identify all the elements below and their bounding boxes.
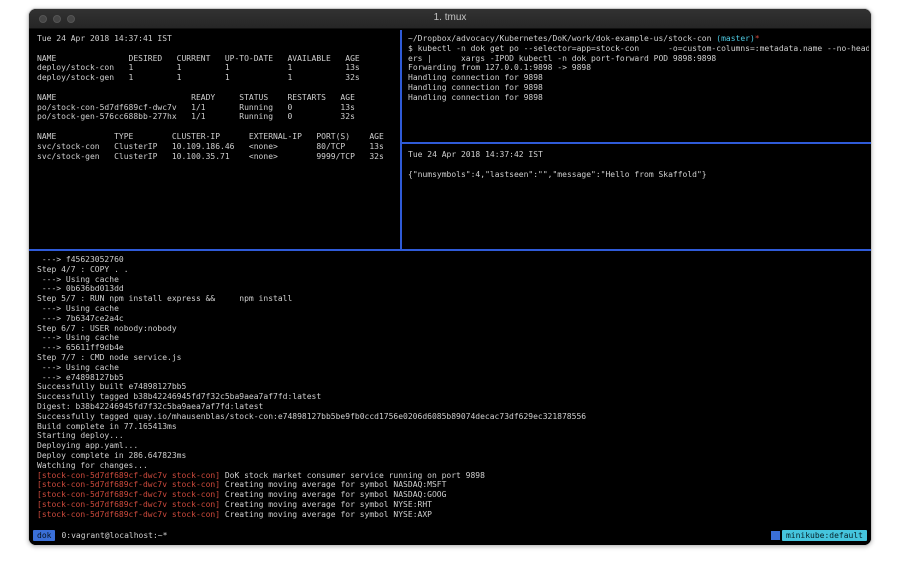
kube-context-label: minikube:default bbox=[782, 530, 867, 541]
terminal-line: ---> 65611ff9db4e bbox=[37, 343, 869, 353]
terminal-line: Watching for changes... bbox=[37, 461, 869, 471]
tmux-terminal: Tue 24 Apr 2018 14:37:41 IST NAME DESIRE… bbox=[29, 30, 871, 545]
terminal-line: ---> e74898127bb5 bbox=[37, 373, 869, 383]
terminal-line: Handling connection for 9898 bbox=[408, 93, 869, 103]
terminal-line: deploy/stock-gen 1 1 1 1 32s bbox=[37, 73, 398, 83]
terminal-line: Digest: b38b42246945fd7f32c5ba9aea7af7fd… bbox=[37, 402, 869, 412]
terminal-line bbox=[408, 160, 869, 170]
terminal-line: Starting deploy... bbox=[37, 431, 869, 441]
terminal-line: Handling connection for 9898 bbox=[408, 83, 869, 93]
terminal-line: [stock-con-5d7df689cf-dwc7v stock-con] C… bbox=[37, 500, 869, 510]
terminal-line: {"numsymbols":4,"lastseen":"","message":… bbox=[408, 170, 869, 180]
terminal-line: Handling connection for 9898 bbox=[408, 73, 869, 83]
tmux-session-name: dok bbox=[33, 530, 55, 541]
terminal-line: ---> Using cache bbox=[37, 275, 869, 285]
terminal-line bbox=[37, 122, 398, 132]
terminal-line bbox=[37, 83, 398, 93]
terminal-line: ---> Using cache bbox=[37, 333, 869, 343]
pane-kubectl-watch[interactable]: Tue 24 Apr 2018 14:37:41 IST NAME DESIRE… bbox=[29, 30, 400, 249]
terminal-line: Successfully tagged quay.io/mhausenblas/… bbox=[37, 412, 869, 422]
terminal-line: svc/stock-gen ClusterIP 10.100.35.71 <no… bbox=[37, 152, 398, 162]
terminal-line: Successfully built e74898127bb5 bbox=[37, 382, 869, 392]
terminal-line: Step 5/7 : RUN npm install express && np… bbox=[37, 294, 869, 304]
terminal-line: Successfully tagged b38b42246945fd7f32c5… bbox=[37, 392, 869, 402]
terminal-line: NAME READY STATUS RESTARTS AGE bbox=[37, 93, 398, 103]
terminal-line: NAME TYPE CLUSTER-IP EXTERNAL-IP PORT(S)… bbox=[37, 132, 398, 142]
terminal-line: Tue 24 Apr 2018 14:37:42 IST bbox=[408, 150, 869, 160]
terminal-line: deploy/stock-con 1 1 1 1 13s bbox=[37, 63, 398, 73]
terminal-line: Step 7/7 : CMD node service.js bbox=[37, 353, 869, 363]
kube-context-icon bbox=[771, 531, 780, 540]
terminal-line: [stock-con-5d7df689cf-dwc7v stock-con] D… bbox=[37, 471, 869, 481]
terminal-line: [stock-con-5d7df689cf-dwc7v stock-con] C… bbox=[37, 480, 869, 490]
terminal-line: Deploying app.yaml... bbox=[37, 441, 869, 451]
terminal-line: ~/Dropbox/advocacy/Kubernetes/DoK/work/d… bbox=[408, 34, 869, 44]
window-title: 1. tmux bbox=[29, 12, 871, 23]
window-title-bar: 1. tmux bbox=[29, 9, 871, 29]
pane-port-forward[interactable]: ~/Dropbox/advocacy/Kubernetes/DoK/work/d… bbox=[406, 30, 869, 142]
terminal-line: po/stock-gen-576cc688bb-277hx 1/1 Runnin… bbox=[37, 112, 398, 122]
pane-skaffold-build[interactable]: ---> f45623052760Step 4/7 : COPY . . ---… bbox=[29, 251, 871, 528]
terminal-line: $ kubectl -n dok get po --selector=app=s… bbox=[408, 44, 869, 54]
terminal-line: [stock-con-5d7df689cf-dwc7v stock-con] C… bbox=[37, 490, 869, 500]
terminal-line: Forwarding from 127.0.0.1:9898 -> 9898 bbox=[408, 63, 869, 73]
terminal-line: Deploy complete in 286.647823ms bbox=[37, 451, 869, 461]
terminal-line: ---> Using cache bbox=[37, 363, 869, 373]
terminal-line: [stock-con-5d7df689cf-dwc7v stock-con] C… bbox=[37, 510, 869, 520]
terminal-line: Step 6/7 : USER nobody:nobody bbox=[37, 324, 869, 334]
terminal-line: po/stock-con-5d7df689cf-dwc7v 1/1 Runnin… bbox=[37, 103, 398, 113]
terminal-line: Build complete in 77.165413ms bbox=[37, 422, 869, 432]
terminal-line: NAME DESIRED CURRENT UP-TO-DATE AVAILABL… bbox=[37, 54, 398, 64]
tmux-window-item[interactable]: 0:vagrant@localhost:~* bbox=[61, 531, 167, 540]
terminal-line bbox=[37, 44, 398, 54]
terminal-line: ---> 7b6347ce2a4c bbox=[37, 314, 869, 324]
tmux-status-bar: dok 0:vagrant@localhost:~* minikube:defa… bbox=[29, 529, 871, 542]
terminal-window: 1. tmux Tue 24 Apr 2018 14:37:41 IST NAM… bbox=[28, 8, 872, 546]
terminal-line: ers | xargs -IPOD kubectl -n dok port-fo… bbox=[408, 54, 869, 64]
pane-border-horizontal-right bbox=[402, 142, 871, 144]
terminal-line: ---> Using cache bbox=[37, 304, 869, 314]
terminal-line: ---> 0b636bd013dd bbox=[37, 284, 869, 294]
pane-border-vertical bbox=[400, 30, 402, 249]
terminal-line: ---> f45623052760 bbox=[37, 255, 869, 265]
terminal-line: Step 4/7 : COPY . . bbox=[37, 265, 869, 275]
terminal-line: svc/stock-con ClusterIP 10.109.186.46 <n… bbox=[37, 142, 398, 152]
pane-curl-output[interactable]: Tue 24 Apr 2018 14:37:42 IST {"numsymbol… bbox=[406, 148, 869, 248]
terminal-line: Tue 24 Apr 2018 14:37:41 IST bbox=[37, 34, 398, 44]
